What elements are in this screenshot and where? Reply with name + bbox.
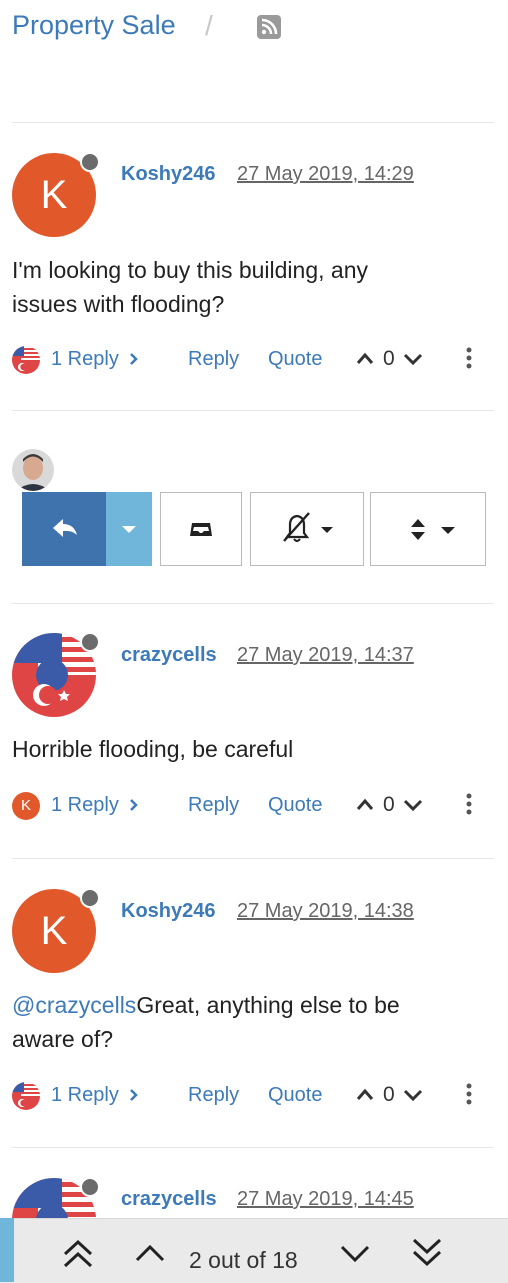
user-mention[interactable]: @crazycells	[12, 992, 136, 1018]
status-dot	[80, 152, 100, 172]
upvote-icon[interactable]	[355, 1086, 375, 1102]
post-body-text: Great, anything else to be	[136, 992, 400, 1018]
sort-dropdown-button[interactable]	[370, 492, 486, 566]
vote-count: 0	[383, 793, 395, 816]
more-options-icon[interactable]	[464, 792, 474, 816]
reply-dropdown-button[interactable]	[106, 492, 152, 566]
replies-link[interactable]: 1 Reply	[51, 1084, 119, 1107]
reply-button[interactable]: Reply	[188, 794, 239, 817]
status-dot	[80, 632, 100, 652]
rss-icon[interactable]	[256, 14, 282, 40]
more-options-icon[interactable]	[464, 346, 474, 370]
post-timestamp[interactable]: 27 May 2019, 14:37	[237, 644, 414, 667]
status-dot	[80, 888, 100, 908]
reply-avatar	[12, 346, 40, 374]
inbox-icon	[190, 523, 212, 536]
post-position-label[interactable]: 2 out of 18	[189, 1247, 298, 1274]
watch-dropdown-button[interactable]	[250, 492, 364, 566]
bell-slash-icon	[283, 512, 333, 542]
page-title[interactable]: Property Sale	[12, 10, 176, 41]
quote-button[interactable]: Quote	[268, 348, 322, 371]
reply-avatar	[12, 1082, 40, 1110]
reply-arrow-icon	[53, 519, 77, 537]
more-options-icon[interactable]	[464, 1082, 474, 1106]
post-timestamp[interactable]: 27 May 2019, 14:45	[237, 1188, 414, 1211]
post-timestamp[interactable]: 27 May 2019, 14:29	[237, 163, 414, 186]
previous-post-icon[interactable]	[133, 1242, 167, 1264]
replies-link[interactable]: 1 Reply	[51, 348, 119, 371]
divider	[12, 410, 494, 411]
vote-count: 0	[383, 1083, 395, 1106]
downvote-icon[interactable]	[402, 797, 424, 813]
downvote-icon[interactable]	[402, 351, 424, 367]
breadcrumb-separator: /	[205, 10, 213, 41]
post-body-line: I'm looking to buy this building, any	[12, 257, 368, 283]
post-username[interactable]: crazycells	[121, 1188, 217, 1211]
quote-button[interactable]: Quote	[268, 794, 322, 817]
post-body-line: @crazycellsGreat, anything else to be	[12, 988, 400, 1022]
next-post-icon[interactable]	[338, 1242, 372, 1264]
chevron-right-icon	[130, 1089, 138, 1101]
post-username[interactable]: Koshy246	[121, 163, 216, 186]
scroll-indicator	[0, 1218, 14, 1282]
post-timestamp[interactable]: 27 May 2019, 14:38	[237, 900, 414, 923]
post-username[interactable]: Koshy246	[121, 900, 216, 923]
vote-count: 0	[383, 347, 395, 370]
post-body-line: Horrible flooding, be careful	[12, 736, 294, 762]
sort-icon	[411, 519, 455, 540]
caret-down-icon	[122, 526, 136, 533]
quote-button[interactable]: Quote	[268, 1084, 322, 1107]
first-post-icon[interactable]	[60, 1238, 96, 1270]
divider	[12, 1147, 494, 1148]
upvote-icon[interactable]	[355, 350, 375, 366]
chevron-right-icon	[130, 799, 138, 811]
chevron-right-icon	[130, 353, 138, 365]
replies-link[interactable]: 1 Reply	[51, 794, 119, 817]
current-user-avatar[interactable]	[12, 449, 54, 491]
reply-button[interactable]: Reply	[188, 1084, 239, 1107]
reply-button[interactable]: Reply	[188, 348, 239, 371]
status-dot	[80, 1177, 100, 1197]
mark-unread-button[interactable]	[160, 492, 242, 566]
post-body-line: aware of?	[12, 1026, 114, 1052]
divider	[12, 122, 494, 123]
downvote-icon[interactable]	[402, 1087, 424, 1103]
reply-avatar: K	[12, 792, 40, 820]
divider	[12, 603, 494, 604]
divider	[12, 858, 494, 859]
post-username[interactable]: crazycells	[121, 644, 217, 667]
reply-main-button[interactable]	[22, 492, 106, 566]
last-post-icon[interactable]	[409, 1236, 445, 1268]
post-body-line: issues with flooding?	[12, 291, 225, 317]
upvote-icon[interactable]	[355, 796, 375, 812]
